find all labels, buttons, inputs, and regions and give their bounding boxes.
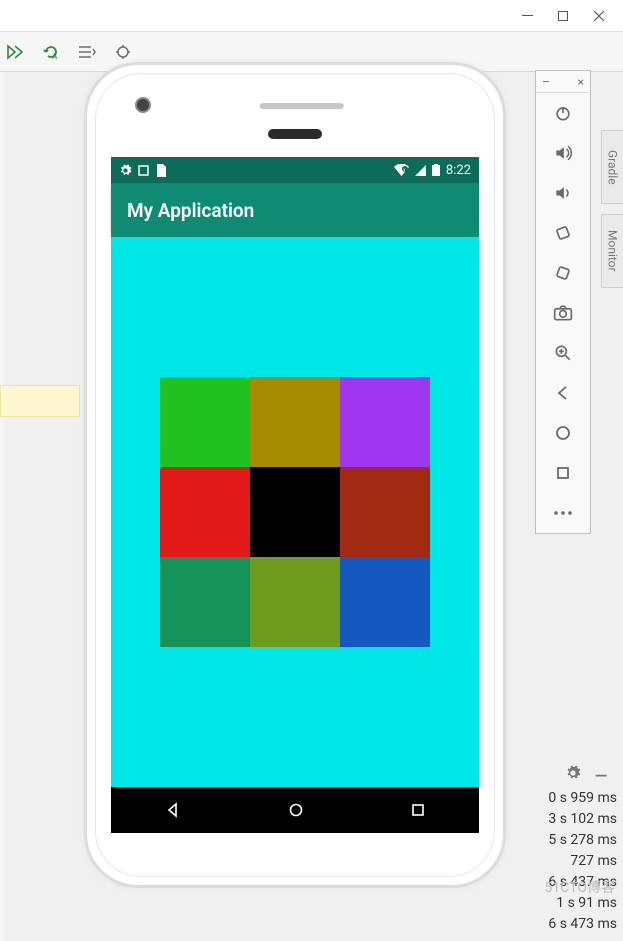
ide-left-gutter [0,72,4,941]
emulator-recents-button[interactable] [536,453,590,493]
device-speaker [268,129,322,139]
rerun-icon[interactable]: A [40,41,62,63]
battery-icon [432,164,440,176]
emulator-device-frame: x 8:22 My Application [84,62,506,888]
grid-cell-4 [250,467,340,557]
ide-highlighted-line [0,385,80,417]
side-tab-monitor[interactable]: Monitor [601,214,623,288]
log-settings-icon[interactable] [565,764,581,788]
android-status-bar: x 8:22 [111,157,479,183]
app-body [111,237,479,787]
screenshot-button[interactable] [536,293,590,333]
device-screen[interactable]: x 8:22 My Application [111,157,479,833]
log-line: 727 ms [513,851,617,872]
signal-icon [415,165,426,176]
os-titlebar [0,0,623,32]
svg-text:A: A [52,52,58,61]
volume-down-button[interactable] [536,173,590,213]
window-maximize-button[interactable] [557,10,569,22]
log-line: 3 s 102 ms [513,809,617,830]
app-title-bar: My Application [111,183,479,237]
gear-icon [119,164,132,177]
log-line: 0 s 959 ms [513,788,617,809]
grid-cell-3 [160,467,250,557]
sd-card-icon [155,164,166,177]
rotate-right-button[interactable] [536,253,590,293]
device-camera [135,97,151,113]
track-icon[interactable] [112,41,134,63]
nav-recents-button[interactable] [411,803,425,817]
app-title: My Application [127,199,254,222]
wifi-icon: x [394,164,409,176]
status-time: 8:22 [446,163,471,178]
side-tab-gradle[interactable]: Gradle [601,130,623,204]
grid-cell-0 [160,377,250,467]
device-sensor-slit [260,103,344,109]
emulator-close-button[interactable]: × [578,75,584,89]
power-button[interactable] [536,93,590,133]
window-close-button[interactable] [593,10,605,22]
emulator-toolbar-header: – × [536,71,590,93]
square-icon [138,165,149,176]
emulator-toolbar: – × [535,70,591,534]
volume-up-button[interactable] [536,133,590,173]
grid-cell-7 [250,557,340,647]
emulator-home-button[interactable] [536,413,590,453]
window-minimize-button[interactable] [521,10,533,22]
emulator-back-button[interactable] [536,373,590,413]
toggle-view-icon[interactable] [76,41,98,63]
emulator-minimize-button[interactable]: – [542,75,550,89]
nav-home-button[interactable] [288,802,304,818]
grid-cell-5 [340,467,430,557]
emulator-more-button[interactable] [536,493,590,533]
grid-cell-2 [340,377,430,467]
log-line: 6 s 473 ms [513,914,617,935]
build-log-panel: — 0 s 959 ms 3 s 102 ms 5 s 278 ms 727 m… [513,764,617,935]
log-collapse-icon[interactable]: — [595,764,607,788]
watermark-text: 51CTO博客 [545,877,615,897]
grid-cell-1 [250,377,340,467]
color-grid [160,377,430,647]
zoom-button[interactable] [536,333,590,373]
android-nav-bar [111,787,479,833]
nav-back-button[interactable] [165,802,181,818]
log-line: 5 s 278 ms [513,830,617,851]
grid-cell-6 [160,557,250,647]
rotate-left-button[interactable] [536,213,590,253]
grid-cell-8 [340,557,430,647]
run-arrow-icon[interactable] [4,41,26,63]
